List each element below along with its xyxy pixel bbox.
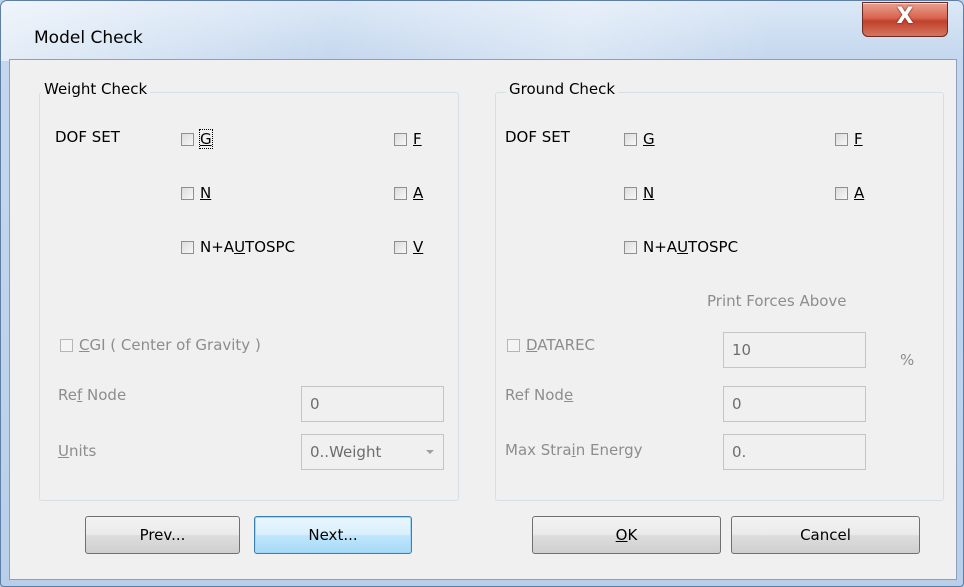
close-icon: X [896,4,914,29]
weight-dof-a-label: A [413,184,424,202]
dialog-client-area: Weight Check DOF SET G F N A N+AUTOSPC V [9,59,957,580]
weight-dof-v-checkbox[interactable]: V [394,238,423,256]
checkbox-box [181,186,194,200]
max-strain-energy-label: Max Strain Energy [505,441,643,459]
weight-check-title: Weight Check [41,80,151,98]
max-strain-energy-input[interactable]: 0. [723,434,866,470]
ground-check-title: Ground Check [506,80,619,98]
checkbox-box [624,132,637,146]
ground-dof-g-checkbox[interactable]: G [624,130,655,148]
chevron-down-icon [426,450,434,454]
ground-ref-node-label: Ref Node [505,386,574,404]
ground-dof-set-label: DOF SET [505,128,570,146]
checkbox-box [507,338,520,352]
close-button[interactable]: X [862,2,948,37]
weight-dof-n-label: N [200,184,212,202]
checkbox-box [835,132,848,146]
ok-button[interactable]: OK [532,516,721,554]
ground-dof-n-checkbox[interactable]: N [624,184,654,202]
checkbox-box [624,240,637,254]
checkbox-box [394,186,407,200]
weight-dof-n-checkbox[interactable]: N [181,184,211,202]
weight-dof-a-checkbox[interactable]: A [394,184,423,202]
weight-units-value: 0..Weight [310,443,382,461]
checkbox-box [181,132,194,146]
weight-units-select[interactable]: 0..Weight [301,434,444,470]
ground-ref-node-input[interactable]: 0 [723,386,866,422]
ground-dof-n-label: N [643,184,655,202]
checkbox-box [60,338,73,352]
window-title: Model Check [34,28,143,48]
dialog-window: Model Check X Weight Check DOF SET G F N… [0,0,964,587]
checkbox-box [394,240,407,254]
checkbox-box [181,240,194,254]
weight-units-label: Units [58,442,97,460]
ground-dof-n-autospc-label: N+AUTOSPC [643,238,739,256]
weight-dof-set-label: DOF SET [55,128,120,146]
ground-dof-n-autospc-checkbox[interactable]: N+AUTOSPC [624,238,738,256]
weight-cgi-checkbox[interactable]: CGI ( Center of Gravity ) [60,336,261,354]
print-forces-above-label: Print Forces Above [707,292,847,310]
weight-dof-g-checkbox[interactable]: G [181,129,213,149]
ground-dof-f-label: F [854,130,863,148]
weight-dof-f-label: F [413,130,422,148]
percent-unit-label: % [900,351,915,369]
ground-dof-g-label: G [643,130,655,148]
checkbox-box [394,132,407,146]
next-button[interactable]: Next... [254,516,412,554]
prev-button[interactable]: Prev... [85,516,240,554]
weight-dof-n-autospc-label: N+AUTOSPC [200,238,296,256]
checkbox-box [835,186,848,200]
weight-dof-v-label: V [413,238,424,256]
ground-dof-f-checkbox[interactable]: F [835,130,863,148]
weight-ref-node-label: Ref Node [58,386,127,404]
ground-datarec-label: DATAREC [526,336,596,354]
weight-dof-n-autospc-checkbox[interactable]: N+AUTOSPC [181,238,295,256]
weight-ref-node-input[interactable]: 0 [301,386,444,422]
ground-datarec-checkbox[interactable]: DATAREC [507,336,595,354]
weight-dof-g-label: G [199,129,213,149]
ground-dof-a-label: A [854,184,865,202]
checkbox-box [624,186,637,200]
weight-cgi-label: CGI ( Center of Gravity ) [79,336,261,354]
datarec-percent-input[interactable]: 10 [723,332,866,368]
ground-dof-a-checkbox[interactable]: A [835,184,864,202]
cancel-button[interactable]: Cancel [731,516,920,554]
weight-dof-f-checkbox[interactable]: F [394,130,422,148]
